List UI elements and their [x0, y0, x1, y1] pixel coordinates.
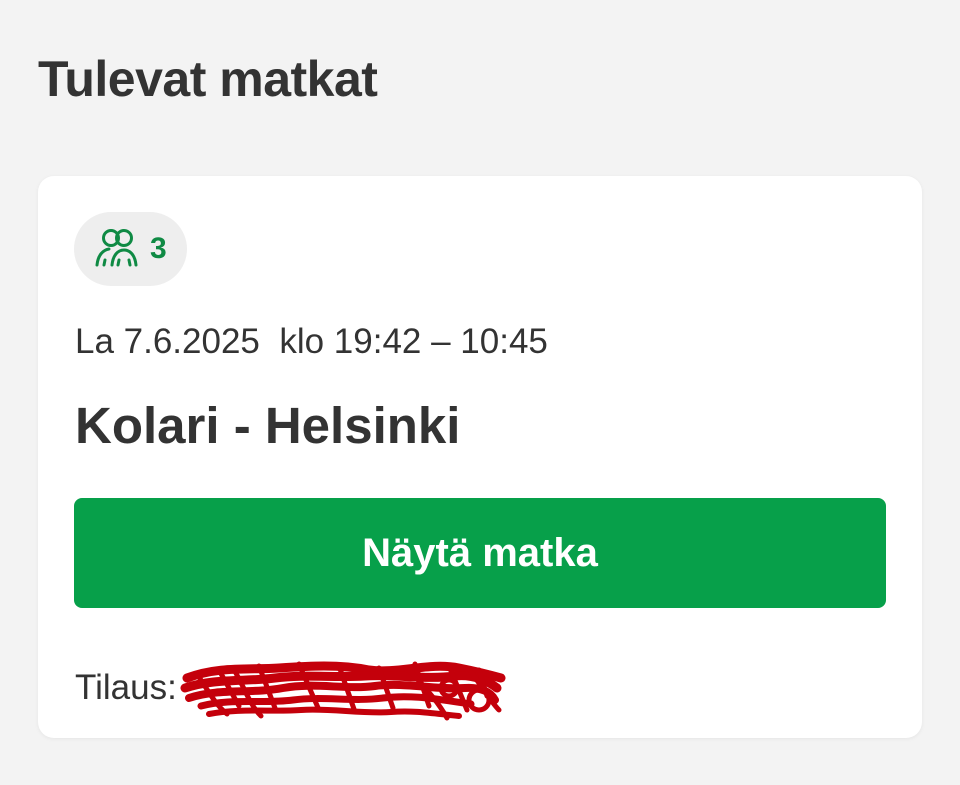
passenger-badge: 3	[74, 212, 187, 286]
order-label: Tilaus:	[75, 668, 177, 707]
redaction-scribble	[180, 661, 506, 721]
order-row: Tilaus:	[75, 648, 509, 728]
trip-route: Kolari - Helsinki	[75, 397, 461, 454]
trip-card: 3 La 7.6.2025 klo 19:42 – 10:45 Kolari -…	[38, 176, 922, 738]
upcoming-trips-page: Tulevat matkat 3 La 7.6.2025 klo 19:42 –…	[0, 0, 960, 785]
people-icon	[92, 225, 144, 273]
passenger-count: 3	[150, 232, 167, 265]
show-trip-button[interactable]: Näytä matka	[74, 498, 886, 608]
page-title: Tulevat matkat	[38, 51, 378, 107]
trip-datetime: La 7.6.2025 klo 19:42 – 10:45	[75, 322, 548, 361]
